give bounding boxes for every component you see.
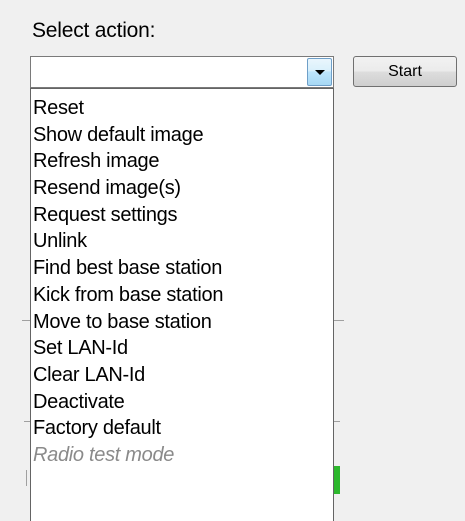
action-option-factory-default[interactable]: Factory default <box>31 415 333 442</box>
action-option-unlink[interactable]: Unlink <box>31 228 333 255</box>
combobox-dropdown-button[interactable] <box>307 58 332 86</box>
action-option-kick-from-base-station[interactable]: Kick from base station <box>31 282 333 309</box>
action-option-find-best-base-station[interactable]: Find best base station <box>31 255 333 282</box>
action-option-radio-test-mode: Radio test mode <box>33 443 175 466</box>
action-option-move-to-base-station[interactable]: Move to base station <box>31 309 333 336</box>
action-dropdown-list[interactable]: Reset Show default image Refresh image Rese… <box>30 88 334 521</box>
action-option-clear-lan-id[interactable]: Clear LAN-Id <box>31 362 333 389</box>
background-divider <box>22 320 30 321</box>
action-option-reset[interactable]: Reset <box>31 95 333 122</box>
action-option-show-default-image[interactable]: Show default image <box>31 122 333 149</box>
select-action-label: Select action: <box>32 19 156 42</box>
action-option-deactivate[interactable]: Deactivate <box>31 389 333 416</box>
background-divider <box>26 470 27 486</box>
chevron-down-icon <box>315 70 325 75</box>
action-panel: Select action: Start Reset Show default i… <box>0 0 465 521</box>
action-combobox[interactable] <box>30 56 334 88</box>
action-option-refresh-image[interactable]: Refresh image <box>31 148 333 175</box>
start-button[interactable]: Start <box>353 56 457 87</box>
background-divider <box>334 320 344 321</box>
background-divider <box>334 421 340 422</box>
status-indicator <box>334 466 340 494</box>
action-option-request-settings[interactable]: Request settings <box>31 202 333 229</box>
action-option-set-lan-id[interactable]: Set LAN-Id <box>31 335 333 362</box>
action-option-resend-image-s[interactable]: Resend image(s) <box>31 175 333 202</box>
action-options: Reset Show default image Refresh image Rese… <box>31 89 333 469</box>
